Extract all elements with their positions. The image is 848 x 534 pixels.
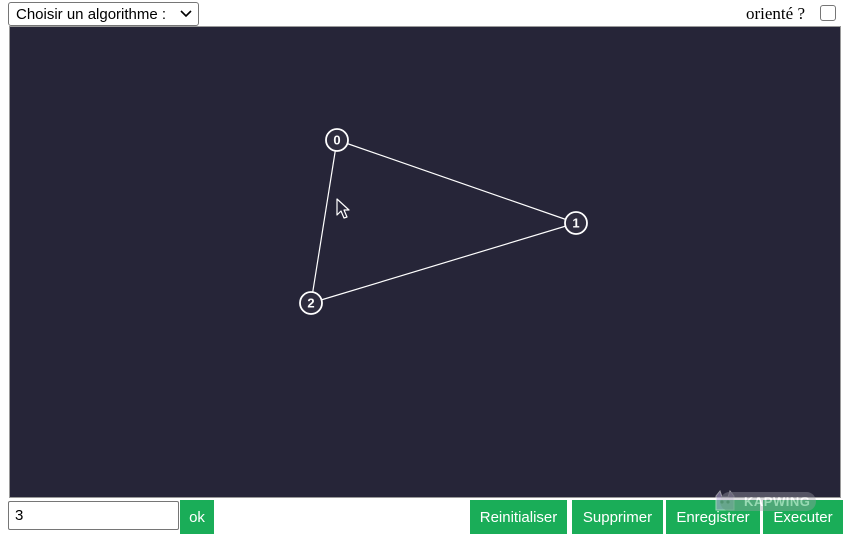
graph-node-label: 0	[333, 133, 340, 148]
bottom-toolbar: 3 ok Reinitialiser Supprimer Enregistrer…	[0, 500, 848, 534]
graph-edge-2-0[interactable]	[310, 139, 338, 304]
node-count-input[interactable]: 3	[8, 501, 179, 530]
graph-canvas[interactable]: 0 1 2	[9, 26, 841, 498]
graph-svg: 0 1 2	[299, 128, 588, 315]
algorithm-select-label: Choisir un algorithme :	[16, 5, 167, 23]
graph-edge-0-1[interactable]	[336, 139, 577, 224]
graph-edge-1-2[interactable]	[310, 222, 577, 304]
reset-button[interactable]: Reinitialiser	[470, 500, 567, 534]
graph-node-2[interactable]: 2	[299, 291, 323, 315]
chevron-down-icon	[180, 10, 192, 18]
top-toolbar: Choisir un algorithme : orienté ?	[0, 0, 848, 26]
ok-button[interactable]: ok	[180, 500, 214, 534]
graph-node-label: 1	[572, 216, 579, 231]
delete-button[interactable]: Supprimer	[572, 500, 663, 534]
algorithm-select[interactable]: Choisir un algorithme :	[8, 2, 199, 26]
oriented-label: orienté ?	[746, 4, 805, 23]
save-button[interactable]: Enregistrer	[666, 500, 760, 534]
run-button[interactable]: Executer	[763, 500, 843, 534]
oriented-checkbox[interactable]	[820, 5, 836, 21]
graph-node-0[interactable]: 0	[325, 128, 349, 152]
mouse-cursor-icon	[336, 198, 350, 219]
graph-node-1[interactable]: 1	[564, 211, 588, 235]
graph-node-label: 2	[307, 296, 314, 311]
